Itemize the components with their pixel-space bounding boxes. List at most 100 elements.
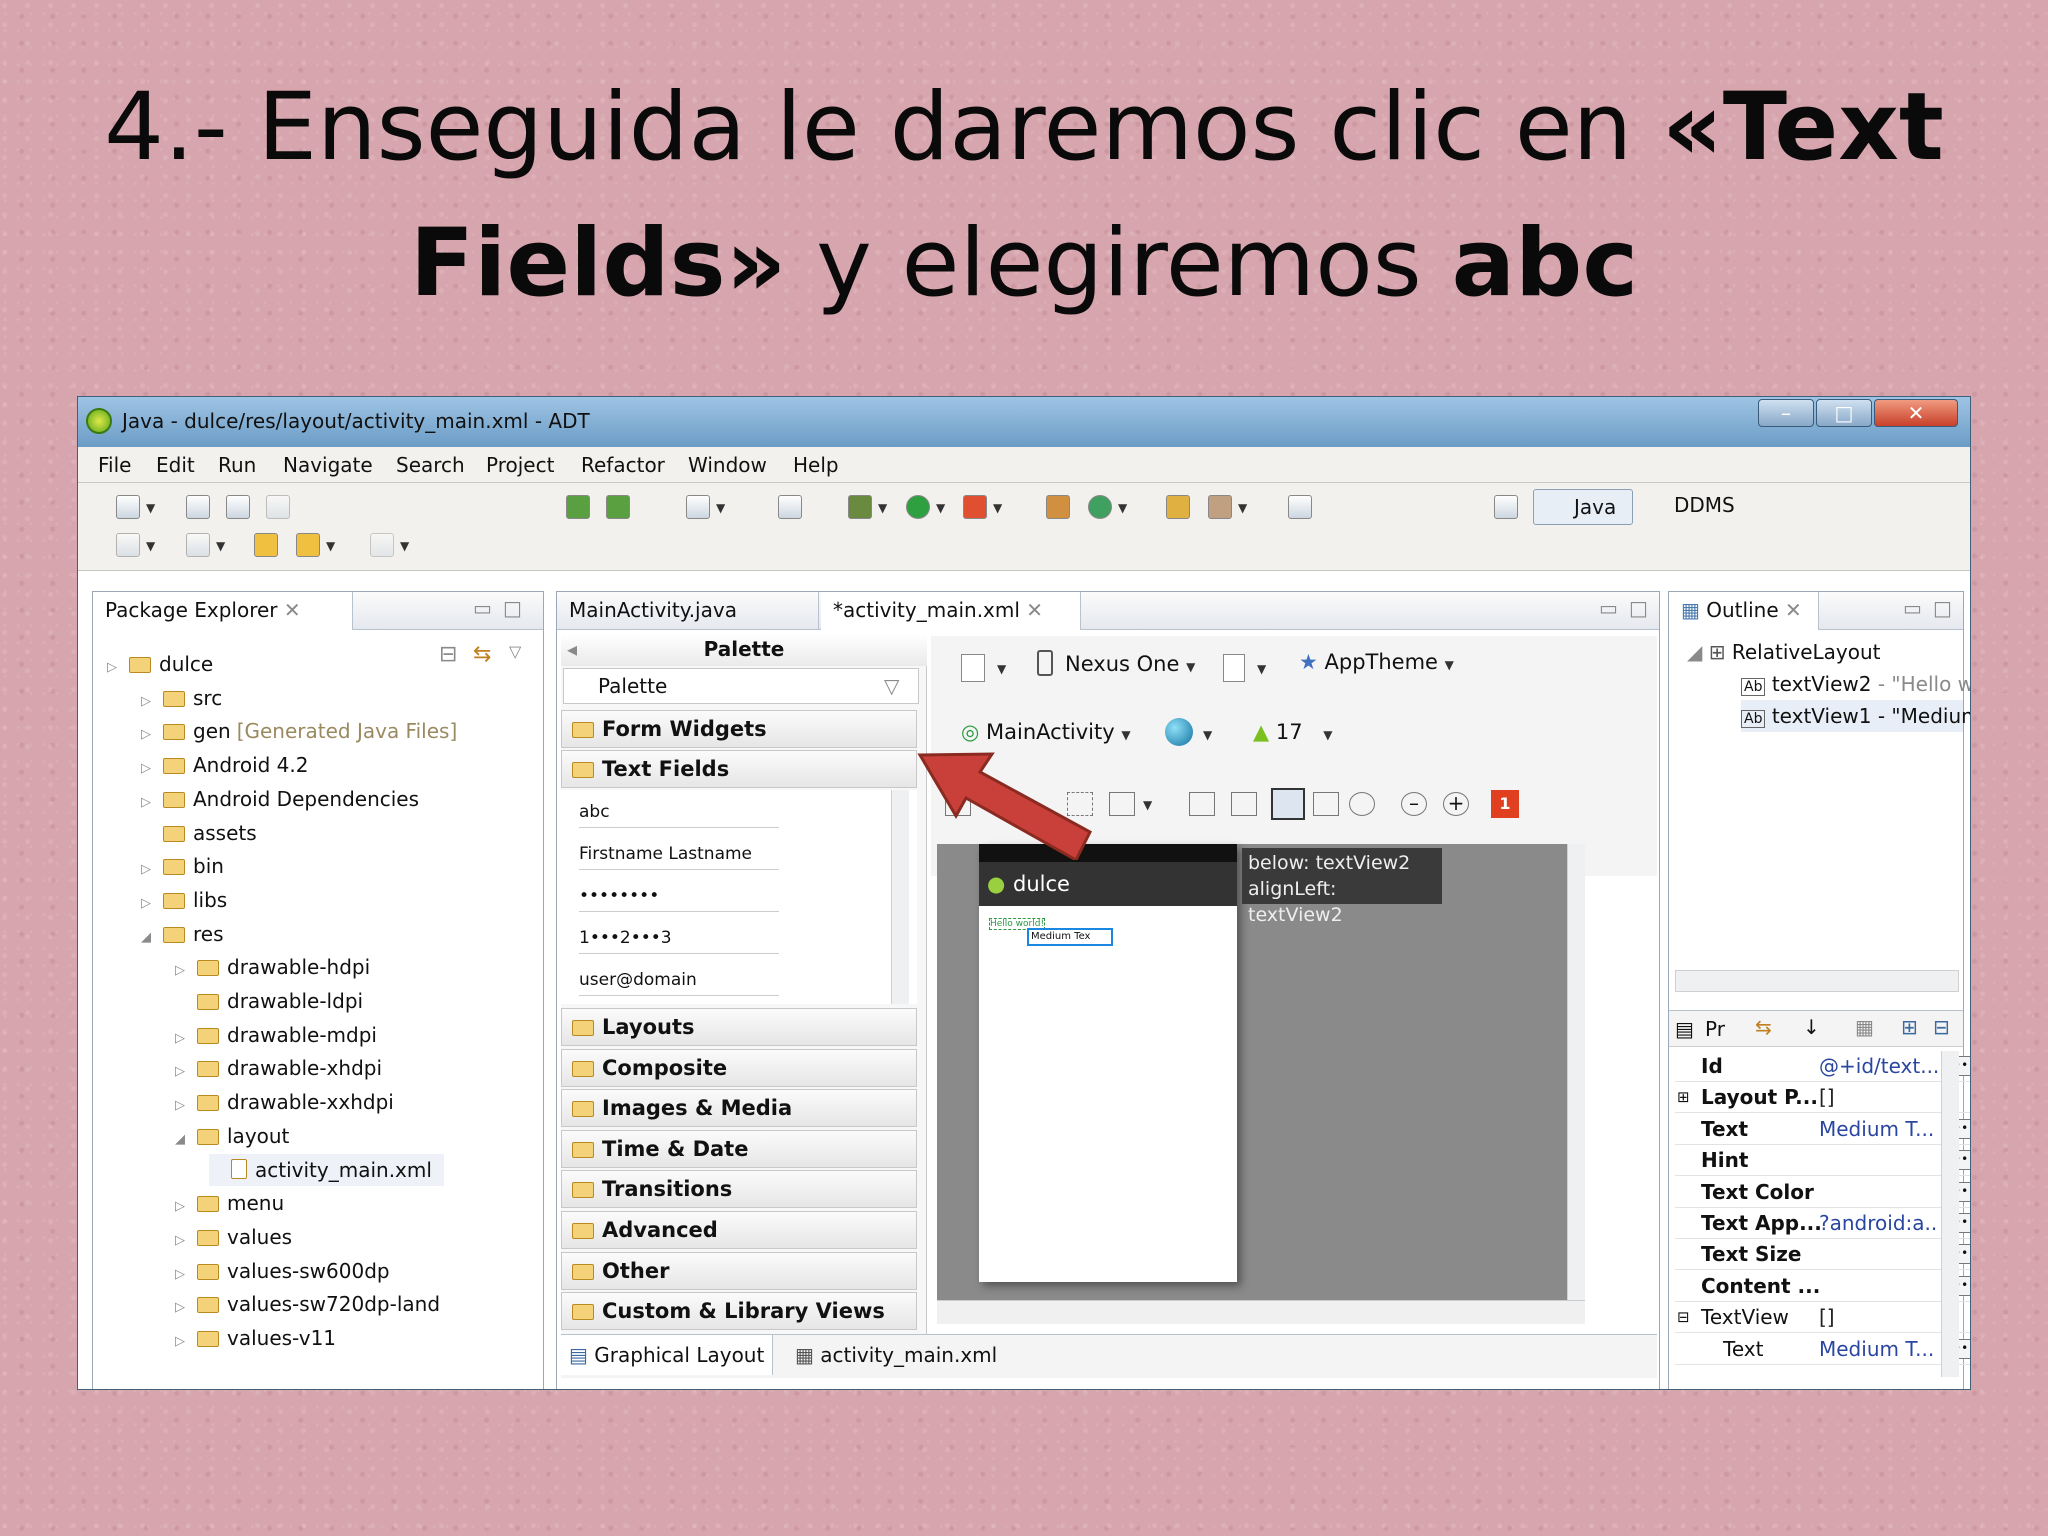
tree-item[interactable]: ▷ drawable-hdpi bbox=[175, 951, 376, 983]
tree-item[interactable]: ◢ layout bbox=[175, 1120, 295, 1152]
chevron-down-icon[interactable]: ▼ bbox=[878, 501, 887, 515]
expand-icon[interactable]: ▷ bbox=[175, 1023, 197, 1055]
minimize-view-icon[interactable]: ▭ bbox=[473, 596, 492, 620]
expand-icon[interactable]: ▷ bbox=[141, 753, 163, 785]
tree-item[interactable]: ▷ drawable-mdpi bbox=[175, 1019, 383, 1051]
advanced-icon[interactable]: ▦ bbox=[1855, 1015, 1874, 1039]
palette-text-fields[interactable]: Text Fields bbox=[561, 750, 917, 788]
maximize-button[interactable]: □ bbox=[1816, 399, 1872, 427]
palette-category[interactable]: Advanced bbox=[561, 1211, 917, 1249]
properties-scrollbar[interactable] bbox=[1941, 1051, 1959, 1377]
run-icon[interactable] bbox=[906, 495, 930, 519]
margin-icon[interactable] bbox=[1189, 792, 1215, 816]
medium-textview[interactable]: Medium Tex bbox=[1027, 928, 1113, 946]
android-file-icon[interactable] bbox=[778, 495, 802, 519]
zoom-out-icon[interactable]: – bbox=[1401, 792, 1427, 816]
link-editor-icon[interactable]: ⇆ bbox=[473, 642, 491, 667]
property-value[interactable]: [] bbox=[1819, 1302, 1939, 1333]
open-perspective-icon[interactable] bbox=[1494, 495, 1518, 519]
chevron-down-icon[interactable]: ▼ bbox=[993, 501, 1002, 515]
new-icon[interactable] bbox=[116, 495, 140, 519]
chevron-down-icon[interactable]: ▼ bbox=[1118, 501, 1127, 515]
sort-icon[interactable]: ↓ bbox=[1803, 1015, 1820, 1039]
layout-canvas[interactable]: ● dulce Hello world! Medium Tex below: te… bbox=[937, 844, 1585, 1300]
menu-run[interactable]: Run bbox=[218, 453, 256, 477]
field-person-name[interactable]: Firstname Lastname bbox=[579, 838, 779, 870]
expand-icon[interactable]: ▷ bbox=[175, 1056, 197, 1088]
tree-item[interactable]: ▷ values-sw720dp-land bbox=[175, 1288, 446, 1320]
zoom-in-icon[interactable]: + bbox=[1443, 792, 1469, 816]
perspective-java[interactable]: Java bbox=[1533, 489, 1633, 525]
tree-item[interactable]: ▷ bin bbox=[141, 850, 230, 882]
avd-manager-icon[interactable] bbox=[606, 495, 630, 519]
device-select[interactable]: Nexus One ▼ bbox=[1037, 650, 1195, 676]
property-row[interactable]: Text Size••• bbox=[1675, 1239, 1970, 1271]
expand-all-icon[interactable]: ⊞ bbox=[1901, 1015, 1918, 1039]
menu-help[interactable]: Help bbox=[793, 453, 839, 477]
menu-search[interactable]: Search bbox=[396, 453, 465, 477]
back-icon[interactable] bbox=[296, 533, 320, 557]
menu-window[interactable]: Window bbox=[688, 453, 767, 477]
expand-icon[interactable]: ▷ bbox=[175, 1225, 197, 1257]
expand-icon[interactable]: ▷ bbox=[175, 955, 197, 987]
collapse-icon[interactable]: ◢ bbox=[175, 1124, 197, 1156]
palette-select[interactable]: Palette ▽ bbox=[563, 668, 919, 704]
expand-icon[interactable]: ▷ bbox=[175, 1292, 197, 1324]
menu-project[interactable]: Project bbox=[486, 453, 554, 477]
tree-item[interactable]: ▷ dulce bbox=[107, 648, 219, 680]
collapse-icon[interactable]: ⊟ bbox=[1677, 1302, 1690, 1333]
maximize-view-icon[interactable]: □ bbox=[503, 596, 522, 620]
menu-edit[interactable]: Edit bbox=[156, 453, 195, 477]
chevron-down-icon[interactable]: ▼ bbox=[146, 539, 155, 553]
property-value[interactable]: Medium T... bbox=[1819, 1114, 1939, 1145]
minimize-view-icon[interactable]: ▭ bbox=[1903, 596, 1922, 620]
nav-icon[interactable] bbox=[186, 533, 210, 557]
tree-item[interactable]: ▷ Android 4.2 bbox=[141, 749, 315, 781]
minimize-view-icon[interactable]: ▭ bbox=[1599, 596, 1618, 620]
expand-icon[interactable]: ⊞ bbox=[1677, 1082, 1690, 1113]
menu-navigate[interactable]: Navigate bbox=[283, 453, 373, 477]
chevron-down-icon[interactable]: ▼ bbox=[216, 539, 225, 553]
tab-mainactivity-java[interactable]: MainActivity.java bbox=[557, 592, 819, 630]
chevron-down-icon[interactable]: ▼ bbox=[146, 501, 155, 515]
tree-item[interactable]: ▷ src bbox=[141, 682, 228, 714]
forward-icon[interactable] bbox=[370, 533, 394, 557]
canvas-scrollbar[interactable] bbox=[1567, 844, 1585, 1300]
outline-root[interactable]: ◢ ⊞ RelativeLayout bbox=[1687, 636, 1881, 668]
property-row[interactable]: TextMedium T...••• bbox=[1675, 1334, 1970, 1365]
property-row[interactable]: Text App...?android:a...••• bbox=[1675, 1208, 1970, 1239]
tree-item[interactable]: ▷ drawable-xxhdpi bbox=[175, 1086, 400, 1118]
outline-hscrollbar[interactable] bbox=[1675, 970, 1959, 992]
view-menu-icon[interactable]: ▽ bbox=[509, 642, 521, 661]
expand-icon[interactable]: ▷ bbox=[141, 888, 163, 920]
tree-item[interactable]: ▷ libs bbox=[141, 884, 233, 916]
chevron-down-icon[interactable]: ▼ bbox=[1143, 798, 1152, 812]
expand-icon[interactable]: ▷ bbox=[141, 854, 163, 886]
property-row[interactable]: Text Color••• bbox=[1675, 1177, 1970, 1208]
expand-icon[interactable]: ▷ bbox=[175, 1259, 197, 1291]
palette-category[interactable]: Other bbox=[561, 1251, 917, 1290]
expand-icon[interactable]: ▷ bbox=[141, 719, 163, 751]
menu-refactor[interactable]: Refactor bbox=[581, 453, 665, 477]
tree-item[interactable]: activity_main.xml bbox=[209, 1153, 444, 1186]
palette-category[interactable]: Transitions bbox=[561, 1170, 917, 1209]
maximize-view-icon[interactable]: □ bbox=[1629, 596, 1648, 620]
property-row[interactable]: ⊞ Layout P...[] bbox=[1675, 1082, 1970, 1114]
maximize-view-icon[interactable]: □ bbox=[1933, 596, 1952, 620]
tree-item[interactable]: ▷ values-sw600dp bbox=[175, 1255, 396, 1287]
expand-icon[interactable]: ▷ bbox=[175, 1090, 197, 1122]
pin-icon[interactable] bbox=[1288, 495, 1312, 519]
palette-category[interactable]: Images & Media bbox=[561, 1089, 917, 1128]
chevron-down-icon[interactable]: ▼ bbox=[997, 662, 1006, 676]
chevron-down-icon[interactable]: ▼ bbox=[1257, 662, 1266, 676]
palette-category[interactable]: Composite bbox=[561, 1048, 917, 1087]
palette-category[interactable]: Custom & Library Views bbox=[561, 1292, 917, 1331]
close-icon[interactable]: ✕ bbox=[284, 598, 301, 622]
property-value[interactable]: ?android:a... bbox=[1819, 1208, 1939, 1239]
debug-icon[interactable] bbox=[848, 495, 872, 519]
package-icon[interactable] bbox=[1046, 495, 1070, 519]
chevron-down-icon[interactable]: ▼ bbox=[716, 501, 725, 515]
chevron-down-icon[interactable]: ▼ bbox=[936, 501, 945, 515]
palette-category[interactable]: Time & Date bbox=[561, 1129, 917, 1168]
canvas-hscrollbar[interactable] bbox=[937, 1300, 1585, 1324]
